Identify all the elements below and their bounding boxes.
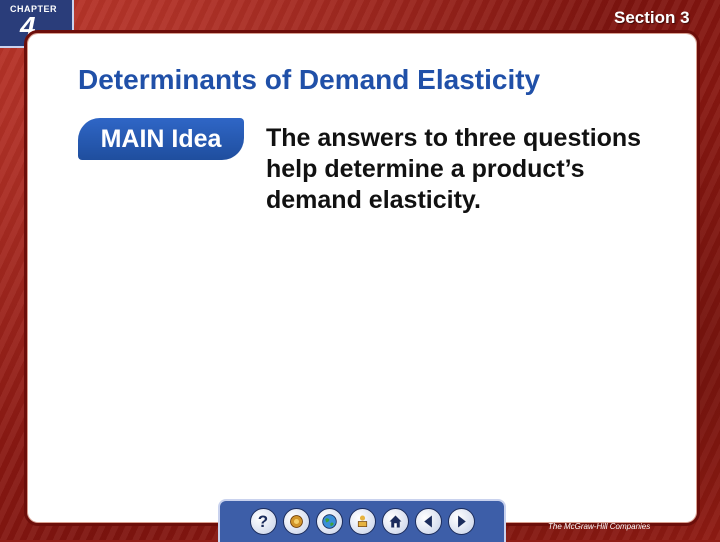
main-idea-badge: MAIN Idea <box>78 118 244 160</box>
home-icon <box>389 515 401 528</box>
globe-icon <box>321 514 337 529</box>
main-idea-text: The answers to three questions help dete… <box>266 124 642 214</box>
reading-button[interactable] <box>348 508 376 535</box>
resources-button[interactable] <box>282 508 310 535</box>
resources-icon <box>289 515 303 528</box>
slide-title: Determinants of Demand Elasticity <box>78 64 541 95</box>
navigation-bar: ? <box>218 499 506 542</box>
back-button[interactable] <box>414 508 442 535</box>
help-button[interactable]: ? <box>249 508 277 535</box>
content-panel <box>24 30 700 526</box>
help-icon: ? <box>257 511 269 531</box>
globe-button[interactable] <box>315 508 343 535</box>
forward-button[interactable] <box>447 508 475 535</box>
home-button[interactable] <box>381 508 409 535</box>
section-label: Section 3 <box>614 8 690 27</box>
publisher-logo: The McGraw-Hill Companies <box>548 522 651 531</box>
reading-icon <box>357 515 367 527</box>
back-icon <box>423 515 432 528</box>
main-idea-label: MAIN Idea <box>100 124 222 153</box>
forward-icon <box>457 515 466 528</box>
